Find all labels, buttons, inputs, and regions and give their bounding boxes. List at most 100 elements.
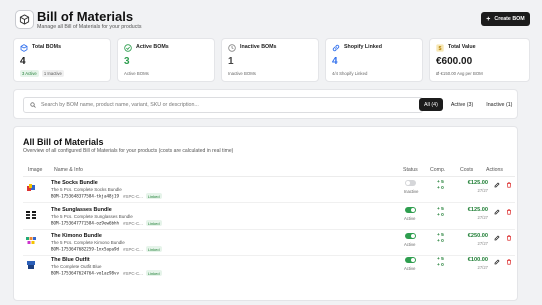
- bom-name: The Blue Outfit: [51, 257, 90, 263]
- shopify-linked-badge: Linked: [145, 246, 162, 252]
- table-row[interactable]: The Blue Outfit The Complete Outfit Blue…: [23, 257, 515, 281]
- search-panel: All (4) Active (3) Inactive (1): [13, 89, 518, 119]
- column-header-comp: Comp.: [430, 167, 446, 173]
- bom-meta: BOM-1753648377584-tkja48j19 #SPC-C... Link…: [51, 193, 162, 199]
- bom-name: The Sunglasses Bundle: [51, 207, 112, 213]
- stat-value: 4: [20, 56, 26, 67]
- check-circle-icon: [124, 44, 132, 52]
- bom-code: BOM-1753647624764-vo1az98vv: [51, 270, 120, 276]
- create-bom-label: Create BOM: [494, 16, 525, 22]
- panel-title: All Bill of Materials: [23, 137, 104, 147]
- column-header-name: Name & Info: [54, 167, 83, 173]
- component-counts: + 5 + 0: [437, 233, 444, 245]
- component-counts: + 5 + 0: [437, 207, 444, 219]
- column-header-costs: Costs: [460, 167, 474, 173]
- column-header-image: Image: [28, 167, 43, 173]
- status-label: Active: [404, 216, 416, 221]
- bom-cost: €125.00: [467, 180, 488, 186]
- row-divider: [23, 202, 515, 203]
- shopify-linked-badge: Linked: [145, 270, 162, 276]
- bom-name: The Kimono Bundle: [51, 233, 102, 239]
- bom-cost: €100.00: [467, 257, 488, 263]
- bom-meta: BOM-1753647771584-oz9ew6bhh #SPC-C... Link…: [51, 220, 162, 226]
- table-row[interactable]: The Sunglasses Bundle The 5 Pcs. Complet…: [23, 207, 515, 231]
- bom-list-panel: All Bill of Materials Overview of all co…: [13, 126, 518, 301]
- bom-sku: #SPC-C...: [123, 246, 143, 252]
- shopify-linked-badge: Linked: [145, 220, 162, 226]
- search-box: [23, 97, 423, 113]
- product-thumbnail: [27, 184, 35, 191]
- comp-count-b: + 0: [437, 213, 444, 218]
- product-thumbnail: [26, 211, 36, 219]
- plus-icon: +: [486, 15, 491, 23]
- status-label: Active: [404, 242, 416, 247]
- bom-description: The Complete Outfit Blue: [51, 264, 102, 269]
- status-toggle[interactable]: [405, 233, 416, 239]
- bom-code: BOM-1753647682259-1nx5apa9d: [51, 246, 120, 252]
- bom-description: The 5 Pcs. Complete Kimono Bundle: [51, 240, 125, 245]
- bom-sku: #SPC-C...: [123, 193, 143, 199]
- create-bom-button[interactable]: + Create BOM: [481, 12, 530, 26]
- stat-label: Total Value: [448, 44, 476, 50]
- stat-value: 3: [124, 56, 130, 67]
- bom-name: The Socks Bundle: [51, 180, 98, 186]
- trash-icon[interactable]: [505, 234, 513, 242]
- filter-tab-inactive[interactable]: Inactive (1): [481, 98, 518, 111]
- bom-sku: #SPC-C...: [123, 270, 143, 276]
- bom-cost-sub: 27/27: [477, 265, 488, 270]
- row-divider: [23, 229, 515, 230]
- edit-icon[interactable]: [493, 208, 501, 216]
- bom-cost: €125.00: [467, 207, 488, 213]
- search-input[interactable]: [41, 100, 419, 110]
- bom-description: The 5 Pcs. Complete Socks Bundle: [51, 187, 122, 192]
- link-icon: [332, 44, 340, 52]
- filter-tabs: All (4) Active (3) Inactive (1): [419, 98, 518, 112]
- product-thumbnail: [26, 237, 36, 244]
- trash-icon[interactable]: [505, 258, 513, 266]
- trash-icon[interactable]: [505, 208, 513, 216]
- stat-total-boms: Total BOMs 4 3 Active 1 Inactive: [13, 38, 111, 82]
- stat-label: Inactive BOMs: [240, 44, 277, 50]
- stat-label: Shopify Linked: [344, 44, 382, 50]
- table-row[interactable]: The Socks Bundle The 5 Pcs. Complete Soc…: [23, 180, 515, 204]
- filter-tab-all[interactable]: All (4): [419, 98, 443, 111]
- stat-value: €600.00: [436, 56, 473, 67]
- bom-code: BOM-1753647771584-oz9ew6bhh: [51, 220, 120, 226]
- edit-icon[interactable]: [493, 181, 501, 189]
- stat-sub: Inactive BOMs: [228, 71, 256, 76]
- status-label: Inactive: [404, 189, 419, 194]
- stat-badges: 3 Active 1 Inactive: [20, 70, 66, 77]
- stat-sub: 4/4 Shopify Linked: [332, 71, 368, 76]
- svg-text:$: $: [439, 46, 442, 52]
- stat-inactive-boms: Inactive BOMs 1 Inactive BOMs: [221, 38, 319, 82]
- filter-tab-active[interactable]: Active (3): [445, 98, 479, 111]
- bom-cost: €250.00: [467, 233, 488, 239]
- column-header-status: Status: [403, 167, 418, 173]
- stat-label: Active BOMs: [136, 44, 169, 50]
- status-toggle[interactable]: [405, 257, 416, 263]
- inactive-count-badge: 1 Inactive: [41, 70, 64, 77]
- edit-icon[interactable]: [493, 234, 501, 242]
- status-toggle[interactable]: [405, 207, 416, 213]
- row-divider: [23, 255, 515, 256]
- table-row[interactable]: The Kimono Bundle The 5 Pcs. Complete Ki…: [23, 233, 515, 257]
- search-icon: [30, 102, 36, 108]
- panel-description: Overview of all configured Bill of Mater…: [23, 148, 234, 154]
- bom-meta: BOM-1753647624764-vo1az98vv #SPC-C... Link…: [51, 270, 162, 276]
- component-counts: + 5 + 0: [437, 180, 444, 192]
- stat-sub: Active BOMs: [124, 71, 149, 76]
- trash-icon[interactable]: [505, 181, 513, 189]
- cube-icon: [20, 44, 28, 52]
- stats-row: Total BOMs 4 3 Active 1 Inactive Active …: [13, 38, 530, 82]
- stat-active-boms: Active BOMs 3 Active BOMs: [117, 38, 215, 82]
- status-toggle[interactable]: [405, 180, 416, 186]
- bom-description: The 5 Pcs. Complete Sunglasses Bundle: [51, 214, 133, 219]
- bom-cost-sub: 27/27: [477, 241, 488, 246]
- edit-icon[interactable]: [493, 258, 501, 266]
- stat-value: 1: [228, 56, 234, 67]
- comp-count-b: + 0: [437, 263, 444, 268]
- dollar-icon: $: [436, 44, 444, 52]
- product-thumbnail: [27, 261, 35, 269]
- shopify-linked-badge: Linked: [145, 193, 162, 199]
- active-count-badge: 3 Active: [20, 70, 39, 77]
